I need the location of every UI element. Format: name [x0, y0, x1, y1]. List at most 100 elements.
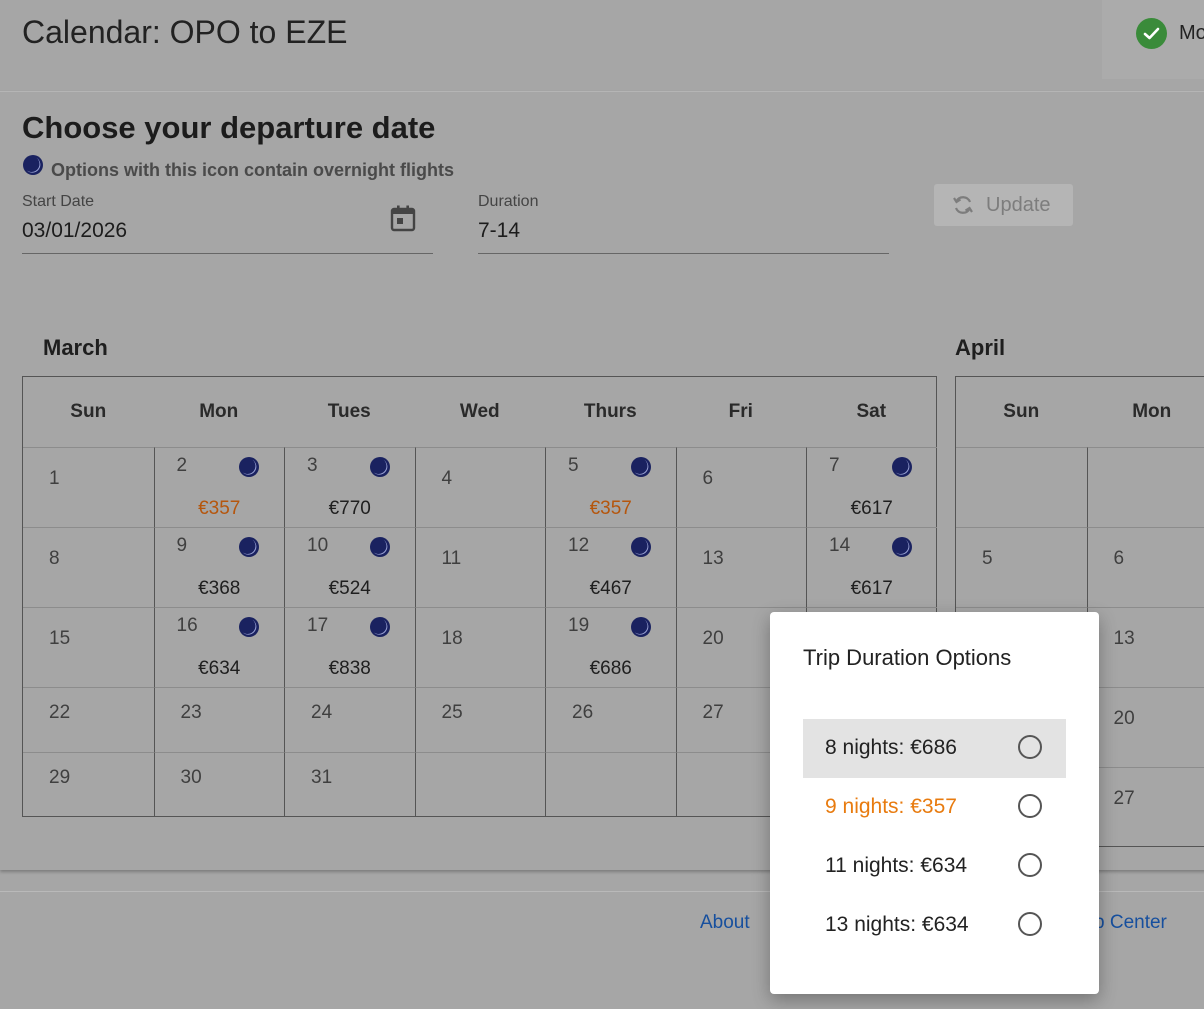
day-number: 15 — [49, 628, 71, 649]
weekday-header: Wed — [459, 401, 500, 422]
start-date-label: Start Date — [22, 193, 95, 210]
weekday-header: Sun — [1003, 401, 1040, 422]
day-number: 13 — [702, 548, 724, 569]
calendar-day-cell[interactable]: 14 €617 — [806, 527, 937, 607]
calendar-day-cell[interactable]: 30 — [153, 752, 284, 817]
radio-button[interactable] — [1018, 912, 1042, 936]
day-price: €686 — [589, 658, 632, 679]
weekday-header: Fri — [728, 401, 753, 422]
day-number: 11 — [441, 548, 462, 569]
duration-field[interactable]: 7-14 — [478, 219, 520, 243]
day-number: 12 — [568, 535, 590, 556]
day-price: €357 — [198, 498, 241, 519]
day-number: 3 — [307, 455, 318, 476]
day-price: €467 — [589, 578, 632, 599]
calendar-day-cell[interactable]: 31 — [284, 752, 415, 817]
day-number: 2 — [176, 455, 188, 476]
day-number: 16 — [176, 615, 198, 636]
day-number: 22 — [49, 702, 71, 723]
calendar-day-cell[interactable]: 10 €524 — [284, 527, 415, 607]
moon-icon — [891, 537, 912, 557]
weekday-header: Thurs — [583, 401, 637, 422]
day-number: 18 — [441, 628, 463, 649]
calendar-day-cell[interactable]: 18 — [414, 607, 545, 687]
calendar-day-cell — [414, 752, 545, 817]
weekday-header: Mon — [1132, 401, 1172, 422]
calendar-day-cell[interactable]: 6 — [675, 447, 806, 527]
calendar-day-cell[interactable]: 12 €467 — [545, 527, 676, 607]
radio-button[interactable] — [1018, 853, 1042, 877]
day-price: €634 — [198, 658, 241, 679]
moon-icon — [369, 617, 390, 637]
calendar-day-cell[interactable]: 2 €357 — [153, 447, 284, 527]
duration-option-label: 8 nights: €686 — [825, 736, 957, 759]
calendar-day-cell[interactable]: 22 — [23, 687, 154, 752]
calendar-day-cell[interactable]: 19 €686 — [545, 607, 676, 687]
calendar-day-cell[interactable]: 13 — [1086, 607, 1204, 687]
duration-label: Duration — [478, 193, 539, 210]
calendar-day-cell[interactable]: 7 €617 — [806, 447, 937, 527]
about-link[interactable]: About — [700, 912, 750, 934]
moon-icon — [630, 617, 651, 637]
day-price: €368 — [198, 578, 241, 599]
moon-icon — [630, 537, 651, 557]
day-number: 13 — [1113, 628, 1135, 649]
calendar-day-cell[interactable]: 20 — [1086, 687, 1204, 767]
weekday-header: Mon — [199, 401, 239, 422]
duration-option[interactable]: 13 nights: €634 — [803, 896, 1066, 955]
calendar-icon[interactable] — [389, 204, 417, 232]
radio-button[interactable] — [1018, 794, 1042, 818]
calendar-day-cell — [956, 447, 1087, 527]
calendar-day-cell[interactable]: 13 — [675, 527, 806, 607]
day-number: 19 — [568, 615, 590, 636]
help-center-link[interactable]: p Center — [1094, 912, 1167, 934]
calendar-day-cell[interactable]: 4 — [414, 447, 545, 527]
calendar-day-cell[interactable]: 23 — [153, 687, 284, 752]
month-title-april: April — [955, 335, 1006, 360]
calendar-day-cell — [1086, 447, 1204, 527]
day-number: 20 — [1113, 708, 1135, 729]
duration-option[interactable]: 11 nights: €634 — [803, 837, 1066, 896]
calendar-day-cell[interactable]: 27 — [1086, 767, 1204, 847]
moon-icon — [369, 457, 390, 477]
moon-icon — [891, 457, 912, 477]
day-price: €357 — [589, 498, 632, 519]
day-price: €770 — [328, 498, 371, 519]
update-button[interactable]: Update — [934, 184, 1073, 226]
calendar-day-cell — [545, 752, 676, 817]
calendar-day-cell[interactable]: 24 — [284, 687, 415, 752]
calendar-day-cell[interactable]: 25 — [414, 687, 545, 752]
calendar-day-cell[interactable]: 3 €770 — [284, 447, 415, 527]
calendar-day-cell[interactable]: 9 €368 — [153, 527, 284, 607]
calendar-day-cell[interactable]: 29 — [23, 752, 154, 817]
day-number: 26 — [572, 702, 594, 723]
calendar-day-cell[interactable]: 16 €634 — [153, 607, 284, 687]
calendar-day-cell[interactable]: 15 — [23, 607, 154, 687]
duration-option-label: 9 nights: €357 — [825, 795, 957, 818]
calendar-day-cell[interactable]: 6 — [1086, 527, 1204, 607]
day-price: €524 — [328, 578, 371, 599]
calendar-day-cell[interactable]: 17 €838 — [284, 607, 415, 687]
start-date-field[interactable]: 03/01/2026 — [22, 219, 127, 243]
duration-option[interactable]: 8 nights: €686 — [803, 719, 1066, 778]
duration-option-label: 13 nights: €634 — [825, 913, 969, 936]
calendar-day-cell[interactable]: 5 €357 — [545, 447, 676, 527]
calendar-day-cell[interactable]: 8 — [23, 527, 154, 607]
day-number: 20 — [702, 628, 724, 649]
day-number: 27 — [1113, 788, 1135, 809]
calendar-day-cell[interactable]: 5 — [956, 527, 1087, 607]
day-number: 6 — [1113, 548, 1125, 569]
calendar-day-cell[interactable]: 11 — [414, 527, 545, 607]
day-number: 31 — [311, 767, 333, 788]
popup-title: Trip Duration Options — [803, 645, 1012, 670]
duration-option[interactable]: 9 nights: €357 — [803, 778, 1066, 837]
day-number: 4 — [441, 468, 453, 489]
calendar-day-cell[interactable]: 26 — [545, 687, 676, 752]
weekday-header: Sat — [856, 401, 887, 422]
refresh-icon — [953, 196, 973, 214]
radio-button[interactable] — [1018, 735, 1042, 759]
duration-option-label: 11 nights: €634 — [825, 854, 968, 877]
calendar-day-cell[interactable]: 1 — [23, 447, 154, 527]
day-number: 17 — [307, 615, 329, 636]
day-number: 23 — [180, 702, 202, 723]
